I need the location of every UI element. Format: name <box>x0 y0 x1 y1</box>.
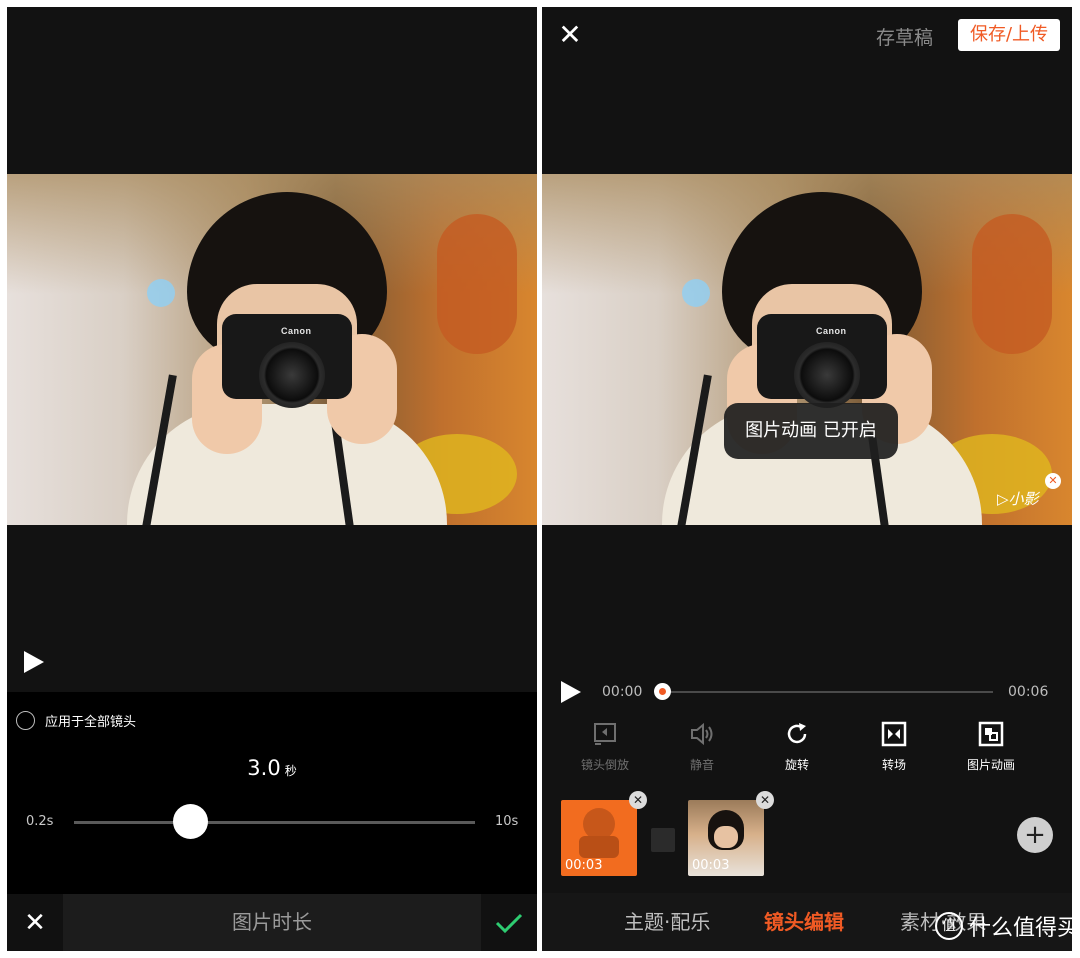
tool-rotate-label: 旋转 <box>784 758 809 772</box>
clip-duration: 00:03 <box>692 858 730 873</box>
apply-all-label: 应用于全部镜头 <box>45 715 137 730</box>
timeline-playhead[interactable] <box>654 683 671 700</box>
total-time: 00:06 <box>1008 684 1049 700</box>
watermark-close-button[interactable]: ✕ <box>1045 473 1061 489</box>
duration-slider-track[interactable] <box>74 821 475 824</box>
toast-message: 图片动画 已开启 <box>724 403 898 459</box>
image-animation-icon <box>978 721 1004 747</box>
app-watermark: ▷小影 <box>997 490 1039 508</box>
clip-editor-panel: ✕ 存草稿 保存/上传 Canon 图片动画 已开启 ▷小影 ✕ 00:00 0… <box>542 7 1072 951</box>
sheet-title: 图片时长 <box>232 910 312 934</box>
apply-all-option[interactable]: 应用于全部镜头 <box>16 711 136 730</box>
apply-all-radio[interactable] <box>16 711 35 730</box>
duration-value: 3.0 <box>247 756 281 780</box>
tool-reverse-label: 镜头倒放 <box>580 758 629 772</box>
slider-min-label: 0.2s <box>26 814 54 829</box>
tool-reverse[interactable]: 镜头倒放 <box>565 721 645 773</box>
close-button[interactable]: ✕ <box>554 19 586 51</box>
reverse-icon <box>594 723 616 745</box>
duration-readout: 3.0 秒 <box>7 756 537 780</box>
confirm-button[interactable] <box>481 894 537 951</box>
transition-marker[interactable] <box>651 828 675 852</box>
add-clip-button[interactable]: + <box>1017 817 1053 853</box>
checkmark-icon <box>495 913 523 933</box>
camera-brand-text: Canon <box>281 326 312 336</box>
cancel-button[interactable]: ✕ <box>7 894 63 951</box>
slider-max-label: 10s <box>495 814 519 829</box>
tool-transition-label: 转场 <box>881 758 906 772</box>
current-time: 00:00 <box>602 684 643 700</box>
site-name: 什么值得买 <box>969 916 1080 941</box>
clip-thumbnail-selected[interactable]: 00:03 <box>561 800 637 876</box>
tool-image-animation-label: 图片动画 <box>966 758 1015 772</box>
tool-rotate[interactable]: 旋转 <box>757 721 837 773</box>
duration-slider-thumb[interactable] <box>172 804 208 839</box>
clip-duration: 00:03 <box>565 858 603 873</box>
duration-editor-panel: Canon 应用于全部镜头 3.0 秒 0.2s 10s ✕ 图片时长 <box>7 7 537 951</box>
bottom-bar: ✕ 图片时长 <box>7 894 537 951</box>
preview-photo: Canon <box>542 174 1072 525</box>
close-icon: ✕ <box>24 907 46 938</box>
timeline-track[interactable] <box>662 691 993 693</box>
save-upload-button[interactable]: 保存/上传 <box>958 19 1060 51</box>
save-draft-button[interactable]: 存草稿 <box>876 23 933 50</box>
tool-mute-label: 静音 <box>689 758 714 772</box>
camera-brand-text: Canon <box>816 326 847 336</box>
clip-thumbnail[interactable]: 00:03 <box>688 800 764 876</box>
tool-mute[interactable]: 静音 <box>662 721 742 773</box>
tab-theme-music[interactable]: 主题·配乐 <box>624 893 710 951</box>
volume-icon <box>691 722 713 746</box>
clip-delete-button[interactable]: ✕ <box>629 791 647 809</box>
site-logo: 值 <box>935 912 963 940</box>
rotate-icon <box>787 723 807 744</box>
clip-delete-button[interactable]: ✕ <box>756 791 774 809</box>
duration-unit: 秒 <box>284 764 297 778</box>
site-watermark: 值 什么值得买 <box>935 910 1079 942</box>
duration-sheet: 应用于全部镜头 3.0 秒 0.2s 10s ✕ 图片时长 <box>7 692 537 951</box>
tool-transition[interactable]: 转场 <box>854 721 934 773</box>
transition-icon <box>881 721 907 747</box>
play-button[interactable] <box>24 651 44 673</box>
close-icon: ✕ <box>558 18 582 51</box>
tool-image-animation[interactable]: 图片动画 <box>951 721 1031 773</box>
tab-clip-edit[interactable]: 镜头编辑 <box>764 893 844 951</box>
preview-photo: Canon <box>7 174 537 525</box>
play-button[interactable] <box>561 681 581 703</box>
